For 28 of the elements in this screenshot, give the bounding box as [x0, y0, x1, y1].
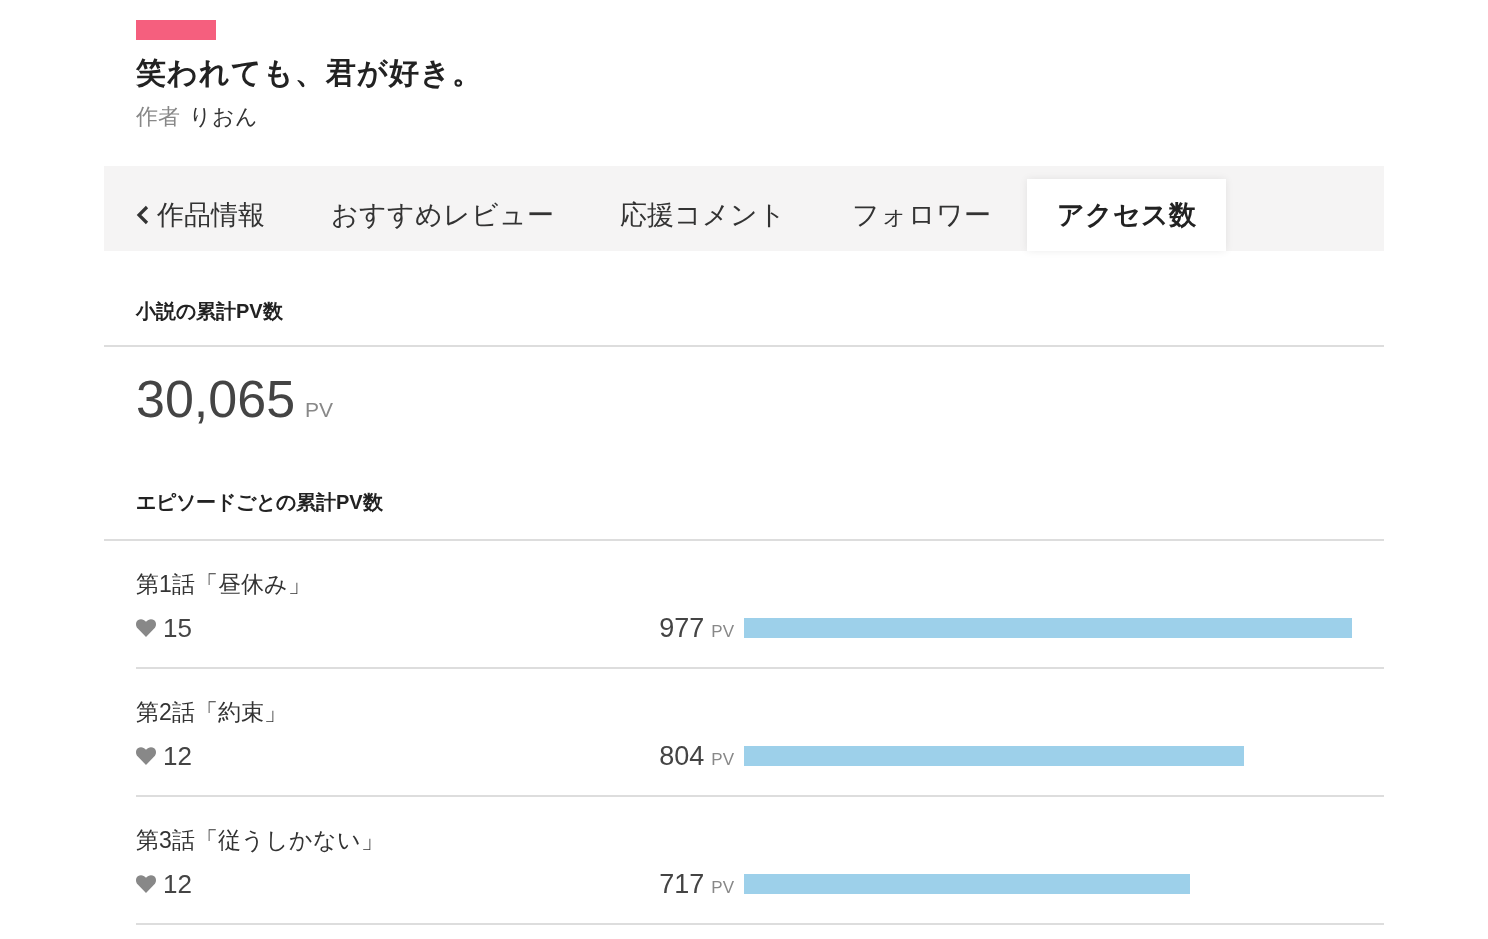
nav-tab[interactable]: アクセス数: [1027, 179, 1226, 251]
nav-tab[interactable]: おすすめレビュー: [301, 179, 584, 251]
total-pv-count: 30,065: [136, 369, 296, 429]
chevron-left-icon: [136, 205, 149, 225]
episode-title[interactable]: 第3話「従うしかない」: [136, 824, 384, 856]
author-label: 作者: [136, 103, 180, 131]
nav-tab[interactable]: 応援コメント: [590, 179, 816, 251]
like-count: 12: [163, 868, 192, 900]
pv-unit: PV: [711, 878, 734, 898]
pv-unit: PV: [711, 750, 734, 770]
back-tab[interactable]: 作品情報: [106, 179, 295, 251]
episode-pv-count: 977: [659, 612, 705, 644]
nav-tab[interactable]: フォロワー: [822, 179, 1021, 251]
section-heading: エピソードごとの累計PV数: [136, 490, 383, 515]
episode-title[interactable]: 第2話「約束」: [136, 696, 287, 728]
heart-icon: [136, 747, 156, 765]
pv-unit: PV: [305, 398, 334, 422]
heart-icon: [136, 875, 156, 893]
section-heading: 小説の累計PV数: [136, 299, 283, 324]
episode-pv-count: 804: [659, 740, 705, 772]
author-name[interactable]: りおん: [189, 102, 258, 132]
like-count: 12: [163, 740, 192, 772]
episode-title[interactable]: 第1話「昼休み」: [136, 568, 311, 600]
like-count: 15: [163, 612, 192, 644]
heart-icon: [136, 619, 156, 637]
work-title: 笑われても、君が好き。: [136, 55, 483, 91]
pv-unit: PV: [711, 622, 734, 642]
episode-pv-count: 717: [659, 868, 705, 900]
